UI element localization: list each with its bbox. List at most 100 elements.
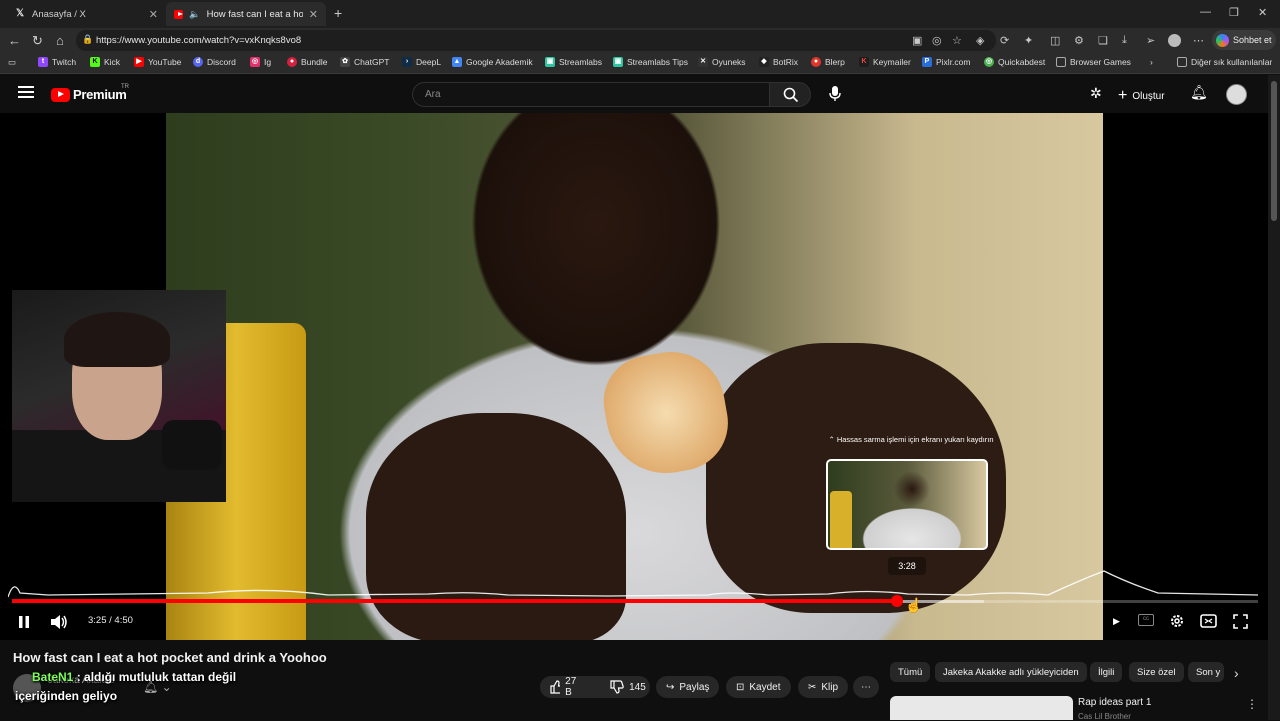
share-button[interactable]: ↪ Paylaş bbox=[656, 676, 720, 698]
progress-played bbox=[12, 599, 897, 603]
bookmark-browser-games[interactable]: Browser Games bbox=[1056, 57, 1131, 67]
extension-refresh-icon[interactable]: ⟳ bbox=[1000, 34, 1009, 47]
profile-avatar[interactable] bbox=[1168, 34, 1181, 47]
hamburger-menu-icon[interactable] bbox=[18, 86, 34, 98]
game-icon[interactable]: ◈ bbox=[976, 34, 984, 47]
home-icon[interactable]: ⌂ bbox=[56, 33, 64, 48]
chip-all[interactable]: Tümü bbox=[890, 662, 931, 682]
more-actions-button[interactable]: ⋯ bbox=[853, 676, 879, 698]
subtitles-icon[interactable]: cc bbox=[1138, 614, 1154, 626]
studio-icon[interactable]: ✲ bbox=[1090, 85, 1102, 102]
preview-can bbox=[830, 491, 852, 548]
chip-from-uploader[interactable]: Jakeka Akakke adlı yükleyiciden bbox=[935, 662, 1087, 682]
bookmark-discord[interactable]: d Discord bbox=[193, 57, 236, 67]
bookmark-blerp[interactable]: ● Blerp bbox=[811, 57, 845, 67]
bookmark-deepl[interactable]: › DeepL bbox=[402, 57, 441, 67]
autoplay-toggle-icon[interactable]: ▶ bbox=[1113, 616, 1120, 627]
chip-for-you[interactable]: Size özel bbox=[1129, 662, 1184, 682]
copilot-button[interactable]: Sohbet et bbox=[1212, 30, 1276, 50]
search-button[interactable] bbox=[769, 82, 811, 107]
theater-mode-icon[interactable] bbox=[1200, 614, 1217, 628]
microphone-icon[interactable] bbox=[829, 86, 841, 102]
bookmark-kick[interactable]: K Kick bbox=[90, 57, 120, 67]
search-placeholder: Ara bbox=[425, 89, 441, 100]
fullscreen-icon[interactable] bbox=[1233, 614, 1248, 629]
split-screen-icon[interactable]: ◫ bbox=[1050, 34, 1060, 47]
bookmark-keymailer[interactable]: K Keymailer bbox=[859, 57, 911, 67]
blerp-icon: ● bbox=[811, 57, 821, 67]
bookmark-label: ChatGPT bbox=[354, 57, 390, 67]
webcam-microphone bbox=[162, 420, 222, 470]
save-label: Kaydet bbox=[749, 681, 781, 693]
url-input[interactable]: 🔒 https://www.youtube.com/watch?v=vxKnqk… bbox=[76, 30, 996, 51]
volume-icon[interactable] bbox=[50, 614, 68, 630]
close-tab-icon[interactable]: ✕ bbox=[309, 8, 318, 21]
extensions-icon[interactable]: ✦ bbox=[1024, 34, 1033, 47]
bookmark-twitch[interactable]: t Twitch bbox=[38, 57, 76, 67]
reload-icon[interactable]: ↻ bbox=[32, 33, 43, 49]
user-avatar[interactable] bbox=[1226, 84, 1247, 105]
bookmark-oyuneks[interactable]: ✕ Oyuneks bbox=[698, 57, 746, 67]
settings-gear-icon[interactable] bbox=[1169, 613, 1185, 629]
pause-button[interactable] bbox=[18, 615, 30, 629]
bookmark-ig[interactable]: ◎ Ig bbox=[250, 57, 271, 67]
notifications-bell-icon[interactable]: 🔔︎ bbox=[1190, 84, 1208, 101]
clip-button[interactable]: ✂ Klip bbox=[798, 676, 849, 698]
chip-related[interactable]: İlgili bbox=[1090, 662, 1123, 682]
minimize-icon[interactable]: — bbox=[1200, 6, 1211, 18]
recommendation-menu-icon[interactable]: ⋮ bbox=[1246, 697, 1258, 711]
streamlabs-icon: ▣ bbox=[613, 57, 623, 67]
chip-recent[interactable]: Son y bbox=[1188, 662, 1224, 682]
save-button[interactable]: ⊡ Kaydet bbox=[726, 676, 791, 698]
search-input[interactable]: Ara bbox=[412, 82, 770, 107]
new-tab-icon[interactable]: + bbox=[334, 5, 342, 21]
bookmark-quickabdest[interactable]: ◎ Quickabdest bbox=[984, 57, 1045, 67]
bookmark-streamlabs-tips[interactable]: ▣ Streamlabs Tips bbox=[613, 57, 688, 67]
bookmark-pixlr[interactable]: P Pixlr.com bbox=[922, 57, 970, 67]
seek-preview-thumbnail bbox=[826, 459, 988, 550]
video-player[interactable]: ⌃ Hassas sarma işlemi için ekranı yukarı… bbox=[0, 113, 1268, 640]
download-icon[interactable]: ⤓ bbox=[1122, 34, 1127, 47]
bookmark-botrix[interactable]: ◆ BotRix bbox=[759, 57, 798, 67]
more-menu-icon[interactable]: ⋯ bbox=[1193, 34, 1204, 47]
bookmark-streamlabs[interactable]: ▣ Streamlabs bbox=[545, 57, 602, 67]
collections-icon[interactable]: ❏ bbox=[1098, 34, 1108, 47]
oyuneks-icon: ✕ bbox=[698, 57, 708, 67]
deepl-icon: › bbox=[402, 57, 412, 67]
bookmark-icon: ⊡ bbox=[736, 681, 745, 693]
bookmark-other-folder[interactable]: Diğer sık kullanılanlar bbox=[1177, 57, 1272, 67]
instagram-icon: ◎ bbox=[250, 57, 260, 67]
youtube-play-icon bbox=[51, 87, 70, 102]
back-icon[interactable]: ← bbox=[8, 33, 21, 48]
recommendation-thumbnail[interactable] bbox=[890, 696, 1073, 720]
tracking-icon[interactable]: ◎ bbox=[932, 34, 942, 47]
create-button[interactable]: + Oluştur bbox=[1118, 87, 1165, 105]
restore-icon[interactable]: ❐ bbox=[1229, 6, 1239, 19]
chips-next-icon[interactable]: › bbox=[1234, 665, 1239, 681]
youtube-logo[interactable]: Premium bbox=[51, 87, 127, 102]
scrollbar-thumb[interactable] bbox=[1271, 81, 1277, 221]
bookmark-google-akademik[interactable]: ▲ Google Akademik bbox=[452, 57, 533, 67]
screen-share-icon[interactable]: ▣ bbox=[912, 34, 922, 47]
send-icon[interactable]: ➢ bbox=[1146, 34, 1155, 47]
address-bar: ← ↻ ⌂ 🔒 https://www.youtube.com/watch?v=… bbox=[0, 28, 1280, 53]
dislike-button[interactable]: 145 bbox=[600, 676, 656, 698]
bookmark-youtube[interactable]: ▶ YouTube bbox=[134, 57, 181, 67]
settings-extension-icon[interactable]: ⚙ bbox=[1074, 34, 1084, 47]
progress-scrubber-handle[interactable] bbox=[890, 595, 903, 607]
chip-label: İlgili bbox=[1098, 666, 1115, 678]
tab-x[interactable]: 𝕏 Anasayfa / X ✕ bbox=[6, 2, 166, 26]
page-scrollbar[interactable] bbox=[1268, 75, 1280, 720]
bookmarks-more-icon[interactable]: › bbox=[1150, 57, 1153, 67]
tab-youtube[interactable]: 🔈 How fast can I eat a hot pock ✕ bbox=[166, 2, 326, 26]
window-close-icon[interactable]: ✕ bbox=[1258, 6, 1267, 19]
like-button[interactable]: 27 B bbox=[540, 676, 590, 698]
bookmark-label: Blerp bbox=[825, 57, 845, 67]
close-tab-icon[interactable]: ✕ bbox=[149, 8, 158, 21]
bookmark-chatgpt[interactable]: ✿ ChatGPT bbox=[340, 57, 389, 67]
favorite-star-icon[interactable]: ☆ bbox=[952, 34, 962, 47]
recommendation-title[interactable]: Rap ideas part 1 bbox=[1078, 697, 1151, 708]
bookmark-bundle[interactable]: ● Bundle bbox=[287, 57, 327, 67]
reading-list-icon[interactable]: ▭ bbox=[8, 57, 16, 68]
subscribe-bell-icon[interactable]: 🔔︎ ⌄ bbox=[143, 680, 172, 694]
